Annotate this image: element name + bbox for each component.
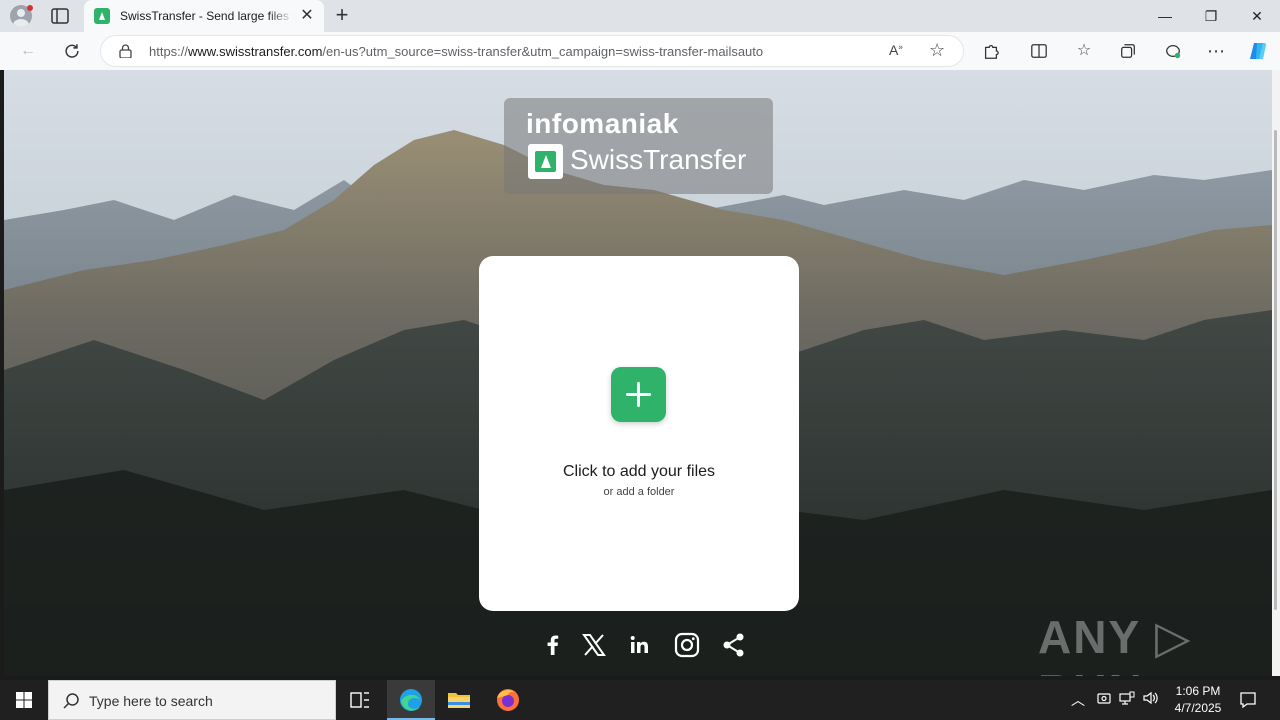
upload-card[interactable]: Click to add your files or add a folder <box>479 256 799 611</box>
restore-button[interactable]: ❐ <box>1188 0 1234 32</box>
task-view-icon[interactable] <box>336 680 384 720</box>
clock-time: 1:06 PM <box>1175 684 1221 698</box>
add-files-label[interactable]: Click to add your files <box>479 463 799 481</box>
volume-icon[interactable] <box>1142 690 1160 709</box>
close-window-button[interactable]: ✕ <box>1234 0 1280 32</box>
lock-icon[interactable] <box>119 44 132 58</box>
swisstransfer-logo-icon <box>528 144 563 179</box>
windows-taskbar: Type here to search ︿ 1:06 PM 4/7/2025 <box>0 680 1280 720</box>
tab-title: SwissTransfer - Send large files securel… <box>120 9 294 23</box>
browser-toolbar: ← https://www.swisstransfer.com/en-us?ut… <box>0 32 1280 70</box>
read-aloud-icon[interactable]: A» <box>889 42 903 58</box>
scrollbar-thumb[interactable] <box>1274 130 1277 610</box>
new-tab-button[interactable]: + <box>331 4 353 27</box>
url-text[interactable]: https://www.swisstransfer.com/en-us?utm_… <box>149 44 763 59</box>
notifications-icon[interactable] <box>1238 690 1258 713</box>
swisstransfer-favicon-icon <box>94 8 110 24</box>
more-options-icon[interactable]: ⋯ <box>1205 40 1227 62</box>
refresh-icon[interactable] <box>61 40 83 62</box>
system-clock[interactable]: 1:06 PM 4/7/2025 <box>1160 683 1236 717</box>
file-explorer-icon[interactable] <box>435 680 483 720</box>
back-icon[interactable]: ← <box>17 40 39 62</box>
infomaniak-logo-text: infomaniak <box>526 108 679 139</box>
firefox-icon[interactable] <box>484 680 532 720</box>
taskbar-search-box[interactable]: Type here to search <box>48 680 336 720</box>
page-viewport: infomaniak SwissTransfer Click to add yo… <box>4 70 1272 676</box>
collections-icon[interactable] <box>1117 40 1139 62</box>
page-scrollbar[interactable] <box>1272 70 1280 676</box>
favorites-icon[interactable]: ☆ <box>1073 40 1095 62</box>
tab-close-button[interactable]: ✕ <box>298 7 316 25</box>
anyrun-watermark: ANY ▷ RUN <box>1038 611 1193 676</box>
x-icon[interactable] <box>580 631 608 659</box>
start-button[interactable] <box>0 680 48 720</box>
address-bar[interactable]: https://www.swisstransfer.com/en-us?utm_… <box>100 35 964 67</box>
notification-dot <box>27 5 33 11</box>
copilot-icon[interactable] <box>1247 40 1269 62</box>
network-icon[interactable] <box>1119 690 1135 709</box>
instagram-icon[interactable] <box>673 631 701 659</box>
tab-actions-icon[interactable] <box>50 6 70 26</box>
add-folder-link[interactable]: or add a folder <box>479 486 799 498</box>
browser-titlebar: SwissTransfer - Send large files securel… <box>0 0 1280 32</box>
linkedin-icon[interactable] <box>626 631 654 659</box>
clock-date: 4/7/2025 <box>1174 701 1222 715</box>
minimize-button[interactable]: — <box>1142 0 1188 32</box>
facebook-icon[interactable] <box>539 631 567 659</box>
browser-essentials-icon[interactable] <box>1162 40 1184 62</box>
search-icon <box>63 693 79 709</box>
swisstransfer-logo-text: SwissTransfer <box>570 144 747 175</box>
add-files-button[interactable] <box>611 367 666 422</box>
brand-header[interactable]: infomaniak SwissTransfer <box>504 98 773 194</box>
show-hidden-icons-chevron-icon[interactable]: ︿ <box>1071 690 1085 710</box>
split-screen-icon[interactable] <box>1028 40 1050 62</box>
search-placeholder[interactable]: Type here to search <box>89 693 213 709</box>
extensions-icon[interactable] <box>980 40 1002 62</box>
share-icon[interactable] <box>720 631 748 659</box>
favorite-star-icon[interactable]: ☆ <box>929 40 945 61</box>
browser-tab-active[interactable]: SwissTransfer - Send large files securel… <box>84 0 324 32</box>
meet-now-icon[interactable] <box>1096 690 1112 709</box>
edge-taskbar-icon[interactable] <box>387 680 435 720</box>
